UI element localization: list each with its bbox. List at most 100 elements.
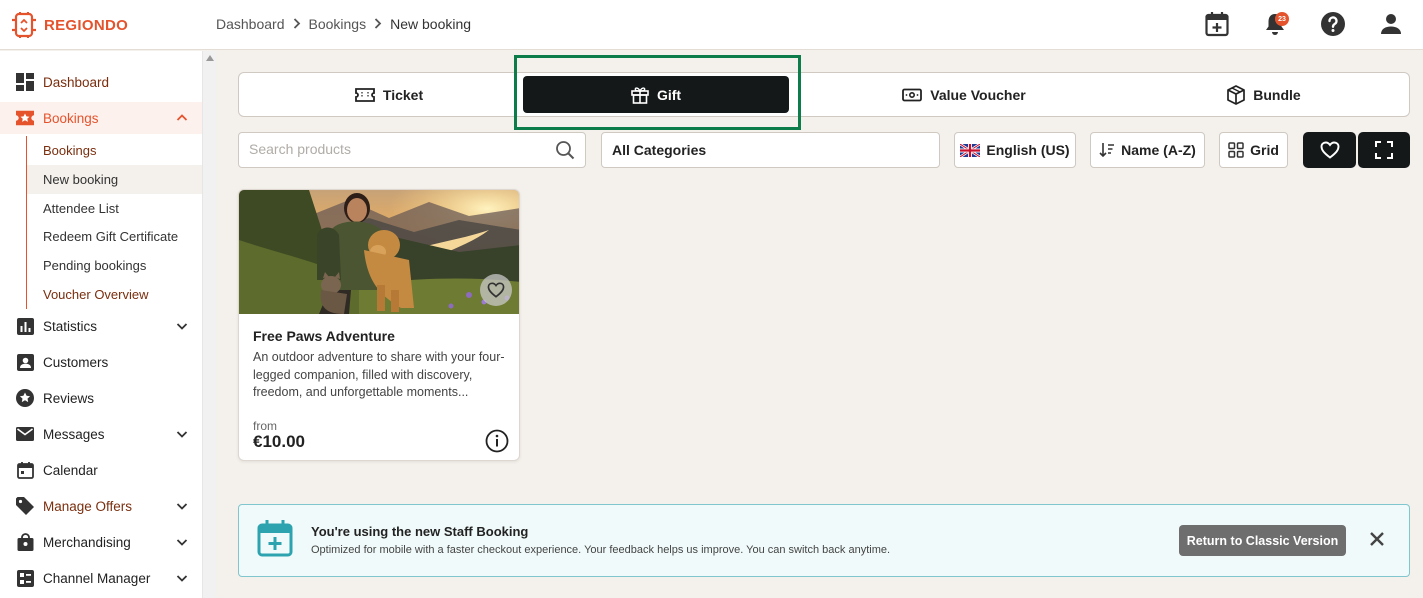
bar-chart-icon bbox=[16, 317, 34, 335]
favorite-button[interactable] bbox=[480, 274, 512, 306]
brand-logo[interactable]: REGIONDO bbox=[10, 10, 128, 40]
scroll-up-arrow-icon[interactable] bbox=[206, 55, 214, 61]
sidebar-item-reviews[interactable]: Reviews bbox=[0, 382, 202, 414]
notifications-button[interactable]: 23 bbox=[1261, 10, 1289, 38]
tab-gift[interactable]: Gift bbox=[523, 76, 789, 113]
fullscreen-button[interactable] bbox=[1358, 132, 1410, 168]
sidebar-item-statistics[interactable]: Statistics bbox=[0, 310, 202, 342]
info-icon[interactable] bbox=[485, 429, 509, 453]
product-image bbox=[239, 190, 519, 314]
sidebar-label: Channel Manager bbox=[43, 570, 151, 586]
brand-name: REGIONDO bbox=[44, 16, 129, 34]
sidebar-label: Calendar bbox=[43, 462, 98, 478]
top-bar: REGIONDO Dashboard Bookings New booking bbox=[0, 0, 1423, 50]
close-icon[interactable] bbox=[1369, 531, 1385, 547]
product-title[interactable]: Free Paws Adventure bbox=[253, 328, 395, 344]
shopping-bag-icon bbox=[16, 533, 34, 551]
chevron-down-icon bbox=[176, 575, 188, 582]
banner-title: You're using the new Staff Booking bbox=[311, 524, 529, 539]
language-label: English (US) bbox=[986, 142, 1070, 158]
calendar-plus-button[interactable] bbox=[1203, 10, 1231, 38]
notification-badge: 23 bbox=[1275, 12, 1289, 26]
tab-ticket[interactable]: Ticket bbox=[239, 73, 539, 116]
return-to-classic-button[interactable]: Return to Classic Version bbox=[1179, 525, 1346, 556]
fullscreen-icon bbox=[1375, 141, 1393, 159]
breadcrumb-dashboard[interactable]: Dashboard bbox=[216, 16, 285, 32]
sidebar-label: Messages bbox=[43, 426, 105, 442]
sidebar-scrollbar[interactable] bbox=[202, 51, 216, 598]
sidebar-label: Merchandising bbox=[43, 534, 131, 550]
sidebar-item-dashboard[interactable]: Dashboard bbox=[0, 66, 202, 98]
channel-list-icon bbox=[16, 569, 34, 587]
favorites-filter-button[interactable] bbox=[1303, 132, 1356, 168]
language-select[interactable]: English (US) bbox=[954, 132, 1076, 168]
sidebar-label: Customers bbox=[43, 354, 109, 370]
calendar-plus-icon bbox=[257, 520, 293, 557]
staff-booking-banner: You're using the new Staff Booking Optim… bbox=[238, 504, 1410, 577]
product-description: An outdoor adventure to share with your … bbox=[253, 350, 505, 399]
calendar-plus-icon bbox=[1205, 12, 1229, 37]
tab-bundle[interactable]: Bundle bbox=[1119, 73, 1409, 116]
contact-card-icon bbox=[16, 353, 34, 371]
chevron-right-icon bbox=[374, 16, 382, 32]
sidebar-subitem-pending-bookings[interactable]: Pending bookings bbox=[26, 251, 202, 280]
chevron-down-icon bbox=[176, 323, 188, 330]
tab-label: Gift bbox=[656, 86, 682, 103]
help-icon bbox=[1321, 12, 1345, 36]
sidebar-item-messages[interactable]: Messages bbox=[0, 418, 202, 450]
money-bill-icon bbox=[902, 88, 923, 101]
sidebar-subitem-bookings[interactable]: Bookings bbox=[26, 136, 202, 165]
sidebar-item-customers[interactable]: Customers bbox=[0, 346, 202, 378]
dashboard-icon bbox=[16, 73, 34, 91]
chevron-right-icon bbox=[293, 16, 301, 32]
tab-value-voucher[interactable]: Value Voucher bbox=[819, 73, 1109, 116]
tag-icon bbox=[16, 497, 34, 515]
user-menu-button[interactable] bbox=[1377, 10, 1405, 38]
view-toggle-grid[interactable]: Grid bbox=[1219, 132, 1288, 168]
price-prefix: from bbox=[253, 419, 277, 433]
help-button[interactable] bbox=[1319, 10, 1347, 38]
box-icon bbox=[1227, 84, 1246, 105]
chevron-down-icon bbox=[176, 539, 188, 546]
sidebar-subitem-voucher-overview[interactable]: Voucher Overview bbox=[26, 280, 202, 309]
sidebar-subitem-new-booking[interactable]: New booking bbox=[26, 165, 202, 194]
sidebar-label: Manage Offers bbox=[43, 498, 133, 514]
sidebar-item-merchandising[interactable]: Merchandising bbox=[0, 526, 202, 558]
sidebar-item-channel-manager[interactable]: Channel Manager bbox=[0, 562, 202, 594]
tab-label: Ticket bbox=[382, 86, 424, 103]
sidebar-item-calendar[interactable]: Calendar bbox=[0, 454, 202, 486]
view-label: Grid bbox=[1250, 142, 1279, 158]
ticket-star-icon bbox=[16, 109, 34, 127]
header-actions: 23 bbox=[1203, 10, 1405, 38]
user-icon bbox=[1381, 14, 1401, 34]
calendar-icon bbox=[16, 461, 34, 479]
sort-select[interactable]: Name (A-Z) bbox=[1090, 132, 1205, 168]
product-card[interactable]: Free Paws Adventure An outdoor adventure… bbox=[238, 189, 520, 461]
tab-label: Value Voucher bbox=[930, 86, 1026, 103]
category-select[interactable]: All Categories bbox=[601, 132, 940, 168]
breadcrumb: Dashboard Bookings New booking bbox=[216, 16, 471, 32]
sidebar-label: Statistics bbox=[43, 318, 98, 334]
regiondo-logo-icon bbox=[12, 12, 36, 38]
star-circle-icon bbox=[16, 389, 34, 407]
tab-label: Bundle bbox=[1253, 86, 1301, 103]
sidebar-label: Bookings bbox=[43, 110, 99, 126]
envelope-icon bbox=[16, 425, 34, 443]
search-icon[interactable] bbox=[555, 140, 575, 165]
sidebar-subitem-attendee-list[interactable]: Attendee List bbox=[26, 194, 202, 223]
breadcrumb-bookings[interactable]: Bookings bbox=[309, 16, 367, 32]
sidebar-item-manage-offers[interactable]: Manage Offers bbox=[0, 490, 202, 522]
gift-icon bbox=[631, 86, 649, 104]
sidebar-item-bookings[interactable]: Bookings bbox=[0, 102, 202, 134]
sidebar-label: Reviews bbox=[43, 390, 95, 406]
sidebar-subitem-redeem-gift-certificate[interactable]: Redeem Gift Certificate bbox=[26, 222, 202, 251]
banner-text: Optimized for mobile with a faster check… bbox=[311, 544, 891, 556]
grid-icon bbox=[1228, 142, 1244, 158]
sidebar: Dashboard Bookings Bookings New booking … bbox=[0, 51, 202, 598]
chevron-down-icon bbox=[176, 503, 188, 510]
chevron-up-icon bbox=[176, 114, 188, 121]
search-input[interactable] bbox=[249, 141, 539, 157]
product-price: €10.00 bbox=[253, 432, 305, 451]
product-type-tabs: Ticket Gift Value Voucher Bundle bbox=[238, 72, 1410, 117]
heart-icon bbox=[487, 282, 505, 298]
